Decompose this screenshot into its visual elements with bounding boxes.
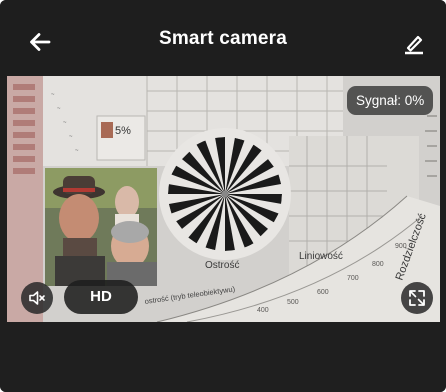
svg-text:~: ~ — [57, 106, 61, 112]
fullscreen-icon — [409, 290, 425, 306]
mute-button[interactable] — [21, 282, 53, 314]
pencil-icon — [405, 35, 423, 55]
edit-button[interactable] — [396, 26, 432, 60]
page-title: Smart camera — [158, 28, 288, 49]
svg-text:800: 800 — [372, 261, 384, 268]
signal-badge: Sygnał: 0% — [347, 86, 434, 115]
svg-text:~: ~ — [75, 148, 79, 154]
app-screen: Smart camera ~ ~ ~ ~ ~ 400 500 600 700 8… — [0, 0, 446, 392]
svg-text:~: ~ — [51, 92, 55, 98]
top-bar: Smart camera — [0, 0, 446, 78]
chart-photo — [45, 168, 157, 286]
camera-live-view[interactable]: ~ ~ ~ ~ ~ 400 500 600 700 800 900 5% Ost… — [7, 76, 440, 322]
fullscreen-button[interactable] — [401, 282, 433, 314]
controls-area — [0, 322, 446, 392]
svg-text:~: ~ — [63, 120, 67, 126]
chart-percent-label: 5% — [115, 125, 131, 137]
svg-text:500: 500 — [287, 299, 299, 306]
quality-hd-button[interactable]: HD — [64, 280, 138, 314]
svg-text:600: 600 — [317, 289, 329, 296]
speaker-muted-icon — [29, 291, 45, 305]
chart-sharpness-label: Ostrość — [205, 260, 239, 271]
svg-text:~: ~ — [69, 134, 73, 140]
svg-text:700: 700 — [347, 275, 359, 282]
svg-text:400: 400 — [257, 307, 269, 314]
chart-linearity-label: Liniowość — [299, 251, 343, 262]
